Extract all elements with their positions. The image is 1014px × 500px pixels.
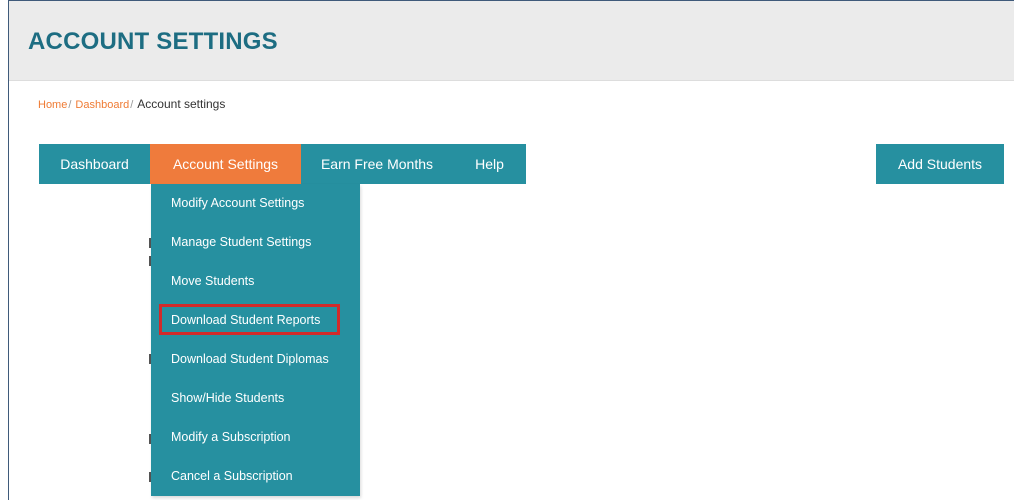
menu-item-label: Download Student Reports: [171, 313, 321, 327]
nav-item-earn-free-months[interactable]: Earn Free Months: [301, 144, 453, 184]
breadcrumb-separator: /: [68, 99, 72, 111]
breadcrumb-dashboard-link[interactable]: Dashboard: [75, 99, 129, 111]
breadcrumb: Home/Dashboard/Account settings: [38, 97, 225, 111]
nav-item-account-settings[interactable]: Account Settings: [150, 144, 301, 184]
menu-item-manage-student-settings[interactable]: Manage Student Settings: [151, 223, 360, 262]
breadcrumb-current: Account settings: [137, 97, 226, 111]
menu-item-label: Manage Student Settings: [171, 235, 312, 249]
main-nav: Dashboard Account Settings Earn Free Mon…: [39, 144, 526, 184]
page-header: ACCOUNT SETTINGS: [9, 1, 1014, 81]
menu-item-label: Download Student Diplomas: [171, 352, 329, 366]
menu-item-download-student-reports[interactable]: Download Student Reports: [151, 301, 360, 340]
menu-item-show-hide-students[interactable]: Show/Hide Students: [151, 379, 360, 418]
breadcrumb-home-link[interactable]: Home: [38, 99, 67, 111]
menu-item-move-students[interactable]: Move Students: [151, 262, 360, 301]
nav-item-dashboard[interactable]: Dashboard: [39, 144, 150, 184]
menu-item-modify-a-subscription[interactable]: Modify a Subscription: [151, 418, 360, 457]
menu-item-modify-account-settings[interactable]: Modify Account Settings: [151, 184, 360, 223]
page-title: ACCOUNT SETTINGS: [28, 28, 278, 55]
menu-item-cancel-a-subscription[interactable]: Cancel a Subscription: [151, 457, 360, 496]
menu-item-label: Modify Account Settings: [171, 196, 305, 210]
page-frame: ACCOUNT SETTINGS Home/Dashboard/Account …: [8, 0, 1014, 500]
breadcrumb-separator: /: [130, 99, 134, 111]
menu-item-label: Modify a Subscription: [171, 430, 291, 444]
add-students-button[interactable]: Add Students: [876, 144, 1004, 184]
account-settings-dropdown: Modify Account Settings Manage Student S…: [151, 184, 360, 496]
menu-item-label: Cancel a Subscription: [171, 469, 293, 483]
menu-item-label: Show/Hide Students: [171, 391, 285, 405]
menu-item-download-student-diplomas[interactable]: Download Student Diplomas: [151, 340, 360, 379]
nav-item-help[interactable]: Help: [453, 144, 526, 184]
menu-item-label: Move Students: [171, 274, 255, 288]
